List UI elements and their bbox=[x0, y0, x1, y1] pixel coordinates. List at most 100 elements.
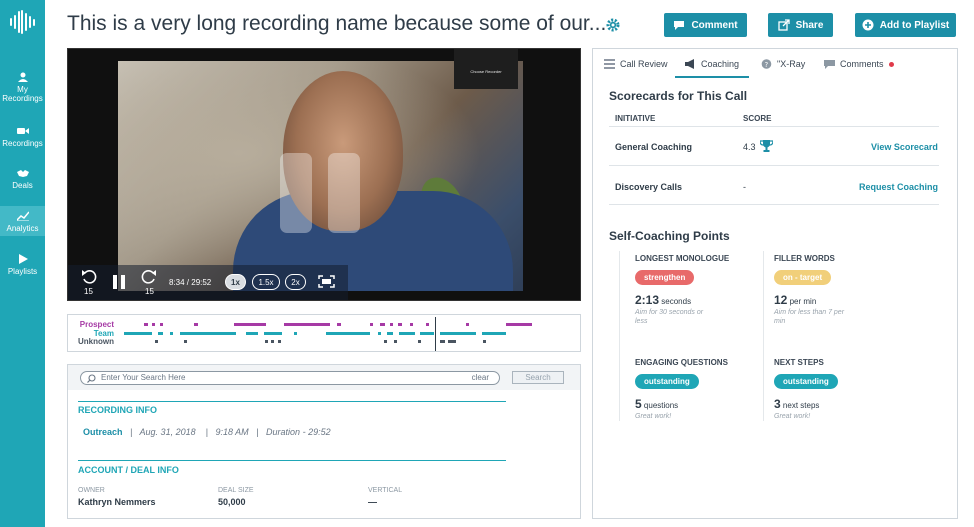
pause-icon[interactable] bbox=[111, 274, 127, 290]
tab-label: "X-Ray bbox=[777, 59, 806, 69]
recording-source[interactable]: Outreach bbox=[83, 427, 123, 437]
user-icon bbox=[17, 72, 28, 82]
gear-icon[interactable] bbox=[606, 18, 620, 32]
search-button[interactable]: Search bbox=[512, 371, 564, 384]
logo-icon[interactable] bbox=[10, 10, 35, 34]
forward-seconds: 15 bbox=[145, 287, 154, 296]
search-input[interactable]: Enter Your Search Here clear bbox=[80, 371, 500, 385]
point-label: FILLER WORDS bbox=[774, 254, 835, 263]
deal-size-value: 50,000 bbox=[218, 497, 246, 507]
sidebar-item-label: Analytics bbox=[6, 224, 39, 233]
point-note: Aim for less than 7 per min bbox=[774, 309, 845, 325]
recording-info-heading: RECORDING INFO bbox=[78, 405, 158, 415]
tab-comments[interactable]: Comments bbox=[824, 59, 894, 69]
vertical-label: VERTICAL bbox=[368, 487, 403, 494]
share-button-label: Share bbox=[795, 19, 824, 31]
coaching-panel: Call Review Coaching ? "X-Ray Comments S… bbox=[592, 48, 958, 519]
point-note: Great work! bbox=[774, 413, 811, 420]
speaker-timeline[interactable]: Prospect Team Unknown bbox=[67, 314, 581, 352]
forward-icon[interactable] bbox=[141, 269, 157, 285]
initiative-name: Discovery Calls bbox=[615, 182, 683, 192]
request-coaching-link[interactable]: Request Coaching bbox=[859, 182, 938, 192]
tab-call-review[interactable]: Call Review bbox=[604, 59, 668, 69]
divider bbox=[619, 251, 620, 421]
sidebar-item-recordings[interactable]: Recordings bbox=[0, 124, 45, 150]
share-icon bbox=[777, 19, 790, 31]
timeline-label-prospect: Prospect bbox=[79, 320, 114, 329]
timeline-track-prospect bbox=[122, 323, 562, 326]
divider bbox=[609, 126, 939, 127]
handshake-icon bbox=[16, 170, 29, 177]
status-badge: on - target bbox=[774, 270, 832, 285]
sidebar-item-label: My bbox=[17, 85, 28, 94]
timeline-playhead[interactable] bbox=[435, 317, 436, 351]
initiative-name: General Coaching bbox=[615, 142, 693, 152]
speed-1x-button[interactable]: 1x bbox=[225, 274, 246, 290]
coaching-point-monologue: LONGEST MONOLOGUE strengthen 2:13 second… bbox=[635, 254, 729, 326]
point-note: Great work! bbox=[635, 413, 672, 420]
timeline-track-unknown bbox=[122, 340, 562, 343]
speech-bubble-icon bbox=[674, 21, 685, 30]
point-label: NEXT STEPS bbox=[774, 358, 824, 367]
sidebar-item-playlists[interactable]: Playlists bbox=[0, 252, 45, 278]
camera-label: Choose Recorder bbox=[454, 49, 518, 89]
status-badge: outstanding bbox=[774, 374, 838, 389]
sidebar: My Recordings Recordings Deals Analytics… bbox=[0, 0, 45, 527]
tab-coaching[interactable]: Coaching bbox=[685, 59, 739, 69]
recording-date: Aug. 31, 2018 bbox=[139, 427, 196, 437]
status-badge: strengthen bbox=[635, 270, 695, 285]
tab-x-ray[interactable]: ? "X-Ray bbox=[761, 59, 805, 69]
rewind-seconds: 15 bbox=[84, 287, 93, 296]
speech-bubble-icon bbox=[824, 60, 835, 69]
coaching-point-next-steps: NEXT STEPS outstanding 3 next steps Grea… bbox=[774, 358, 849, 421]
search-bar: Enter Your Search Here clear Search bbox=[68, 365, 580, 390]
search-icon bbox=[87, 374, 96, 383]
column-score: SCORE bbox=[743, 114, 772, 123]
video-time: 8:34 / 29:52 bbox=[169, 278, 212, 287]
recording-duration: Duration - 29:52 bbox=[266, 427, 331, 437]
search-clear-link[interactable]: clear bbox=[472, 372, 489, 384]
owner-value: Kathryn Nemmers bbox=[78, 497, 156, 507]
chart-icon bbox=[16, 211, 29, 221]
divider bbox=[78, 460, 506, 461]
point-note: Aim for 30 seconds or less bbox=[635, 309, 704, 325]
add-to-playlist-button[interactable]: Add to Playlist bbox=[855, 13, 956, 37]
sidebar-item-analytics[interactable]: Analytics bbox=[0, 206, 45, 236]
deal-size-label: DEAL SIZE bbox=[218, 487, 254, 494]
sidebar-item-deals[interactable]: Deals bbox=[0, 166, 45, 192]
video-player[interactable]: Choose Recorder 15 15 8:34 / 29:52 1x 1.… bbox=[67, 48, 581, 301]
divider bbox=[763, 251, 764, 421]
recording-time: 9:18 AM bbox=[215, 427, 249, 437]
view-scorecard-link[interactable]: View Scorecard bbox=[871, 142, 938, 152]
divider bbox=[78, 401, 506, 402]
status-badge: outstanding bbox=[635, 374, 699, 389]
tab-label: Comments bbox=[840, 59, 884, 69]
tab-label: Call Review bbox=[620, 59, 668, 69]
owner-label: OWNER bbox=[78, 487, 105, 494]
divider bbox=[609, 204, 939, 205]
video-controls: 15 15 8:34 / 29:52 1x 1.5x 2x bbox=[68, 265, 348, 300]
fullscreen-icon[interactable] bbox=[318, 275, 335, 288]
initiative-score: - bbox=[743, 182, 746, 192]
comment-button[interactable]: Comment bbox=[664, 13, 747, 37]
share-button[interactable]: Share bbox=[768, 13, 833, 37]
coaching-point-filler-words: FILLER WORDS on - target 12 per min Aim … bbox=[774, 254, 849, 326]
speed-2x-button[interactable]: 2x bbox=[285, 274, 306, 290]
point-label: LONGEST MONOLOGUE bbox=[635, 254, 730, 263]
video-camera-icon bbox=[16, 128, 29, 134]
pause-overlay-bar-left bbox=[280, 153, 312, 233]
point-value: 12 per min bbox=[774, 293, 817, 307]
point-label: ENGAGING QUESTIONS bbox=[635, 358, 728, 367]
plus-circle-icon bbox=[862, 19, 874, 31]
app-root: My Recordings Recordings Deals Analytics… bbox=[0, 0, 974, 527]
rewind-icon[interactable] bbox=[81, 269, 97, 285]
question-circle-icon: ? bbox=[761, 59, 772, 69]
video-frame bbox=[118, 61, 523, 291]
pause-overlay-bar-right bbox=[328, 153, 360, 233]
info-panel: Enter Your Search Here clear Search RECO… bbox=[67, 364, 581, 519]
svg-text:?: ? bbox=[765, 61, 769, 69]
timeline-track-team bbox=[122, 332, 562, 335]
scorecards-heading: Scorecards for This Call bbox=[609, 89, 748, 103]
speed-1-5x-button[interactable]: 1.5x bbox=[252, 274, 280, 290]
sidebar-item-my-recordings[interactable]: My Recordings bbox=[0, 70, 45, 106]
